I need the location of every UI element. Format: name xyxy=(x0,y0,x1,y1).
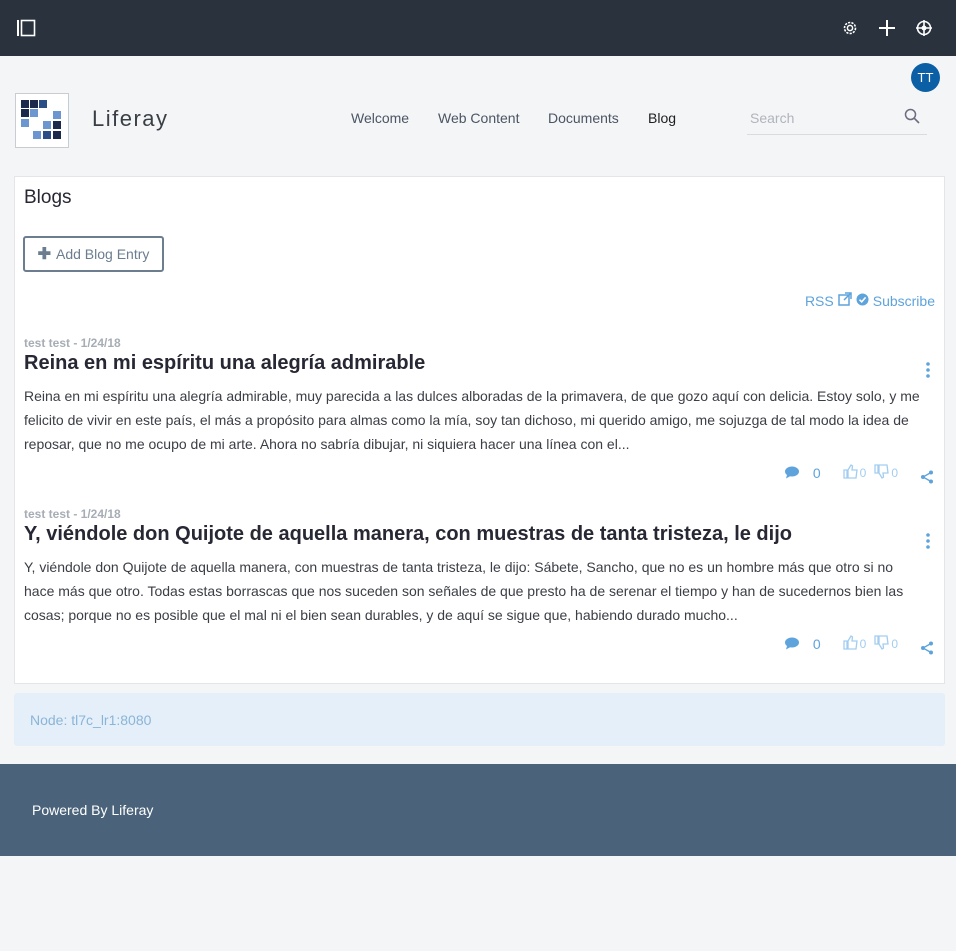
entry-actions: 0 0 0 xyxy=(784,633,934,655)
footer: Powered By Liferay xyxy=(0,764,956,856)
entry-meta[interactable]: test test - 1/24/18 xyxy=(24,507,936,521)
entry-title[interactable]: Y, viéndole don Quijote de aquella maner… xyxy=(24,523,936,546)
entry-meta[interactable]: test test - 1/24/18 xyxy=(24,336,936,350)
thumbs-up-button[interactable]: 0 xyxy=(842,464,866,482)
share-icon[interactable] xyxy=(920,470,934,484)
site-logo[interactable] xyxy=(15,93,69,148)
rss-subscribe-row: RSS Subscribe xyxy=(805,292,935,309)
thumbs-down-icon xyxy=(874,464,890,482)
more-options-icon[interactable] xyxy=(920,360,936,380)
portlet-title: Blogs xyxy=(24,187,72,208)
external-link-icon xyxy=(837,292,852,309)
blogs-portlet: Blogs ✚ Add Blog Entry RSS Subscribe tes… xyxy=(14,176,945,684)
thumbs-down-button[interactable]: 0 xyxy=(874,635,898,653)
sidebar-toggle-icon[interactable] xyxy=(16,18,36,38)
nav-item-blog[interactable]: Blog xyxy=(648,110,676,126)
check-circle-icon xyxy=(856,293,869,309)
rss-label: RSS xyxy=(804,292,834,309)
plus-icon[interactable] xyxy=(877,18,897,38)
control-menu xyxy=(0,0,956,56)
simulation-icon[interactable] xyxy=(914,18,934,38)
entry-title[interactable]: Reina en mi espíritu una alegría admirab… xyxy=(24,352,936,375)
nav-item-documents[interactable]: Documents xyxy=(548,110,619,126)
comments-count[interactable]: 0 xyxy=(784,636,821,653)
nav-item-welcome[interactable]: Welcome xyxy=(351,110,409,126)
comments-count[interactable]: 0 xyxy=(784,465,821,482)
site-name[interactable]: Liferay xyxy=(92,106,169,132)
thumbs-down-button[interactable]: 0 xyxy=(874,464,898,482)
search-icon[interactable] xyxy=(904,108,920,129)
thumbs-up-icon xyxy=(842,464,859,482)
thumbs-down-icon xyxy=(874,635,890,653)
blog-entry: test test - 1/24/18 Reina en mi espíritu… xyxy=(24,336,936,484)
entry-actions: 0 0 0 xyxy=(784,462,934,484)
subscribe-label: Subscribe xyxy=(872,292,935,309)
subscribe-link[interactable]: Subscribe xyxy=(856,293,935,309)
share-icon[interactable] xyxy=(920,641,934,655)
add-blog-entry-label: Add Blog Entry xyxy=(56,246,150,262)
node-info-alert: Node: tl7c_lr1:8080 xyxy=(14,693,945,746)
node-text: Node: tl7c_lr1:8080 xyxy=(30,712,152,728)
gear-icon[interactable] xyxy=(840,18,860,38)
powered-by-text: Powered By Liferay xyxy=(32,802,154,818)
blog-entry: test test - 1/24/18 Y, viéndole don Quij… xyxy=(24,507,936,655)
user-avatar[interactable]: TT xyxy=(911,63,940,92)
comment-icon xyxy=(784,636,800,653)
entry-body: Reina en mi espíritu una alegría admirab… xyxy=(24,388,920,452)
rss-link[interactable]: RSS xyxy=(805,292,852,309)
plus-icon: ✚ xyxy=(37,246,51,263)
search-bar xyxy=(747,104,927,135)
add-blog-entry-button[interactable]: ✚ Add Blog Entry xyxy=(23,236,164,272)
nav-item-web-content[interactable]: Web Content xyxy=(438,110,519,126)
entry-body: Y, viéndole don Quijote de aquella maner… xyxy=(24,559,904,623)
thumbs-up-icon xyxy=(842,635,859,653)
comment-icon xyxy=(784,465,800,482)
search-input[interactable] xyxy=(747,104,897,132)
thumbs-up-button[interactable]: 0 xyxy=(842,635,866,653)
more-options-icon[interactable] xyxy=(920,531,936,551)
